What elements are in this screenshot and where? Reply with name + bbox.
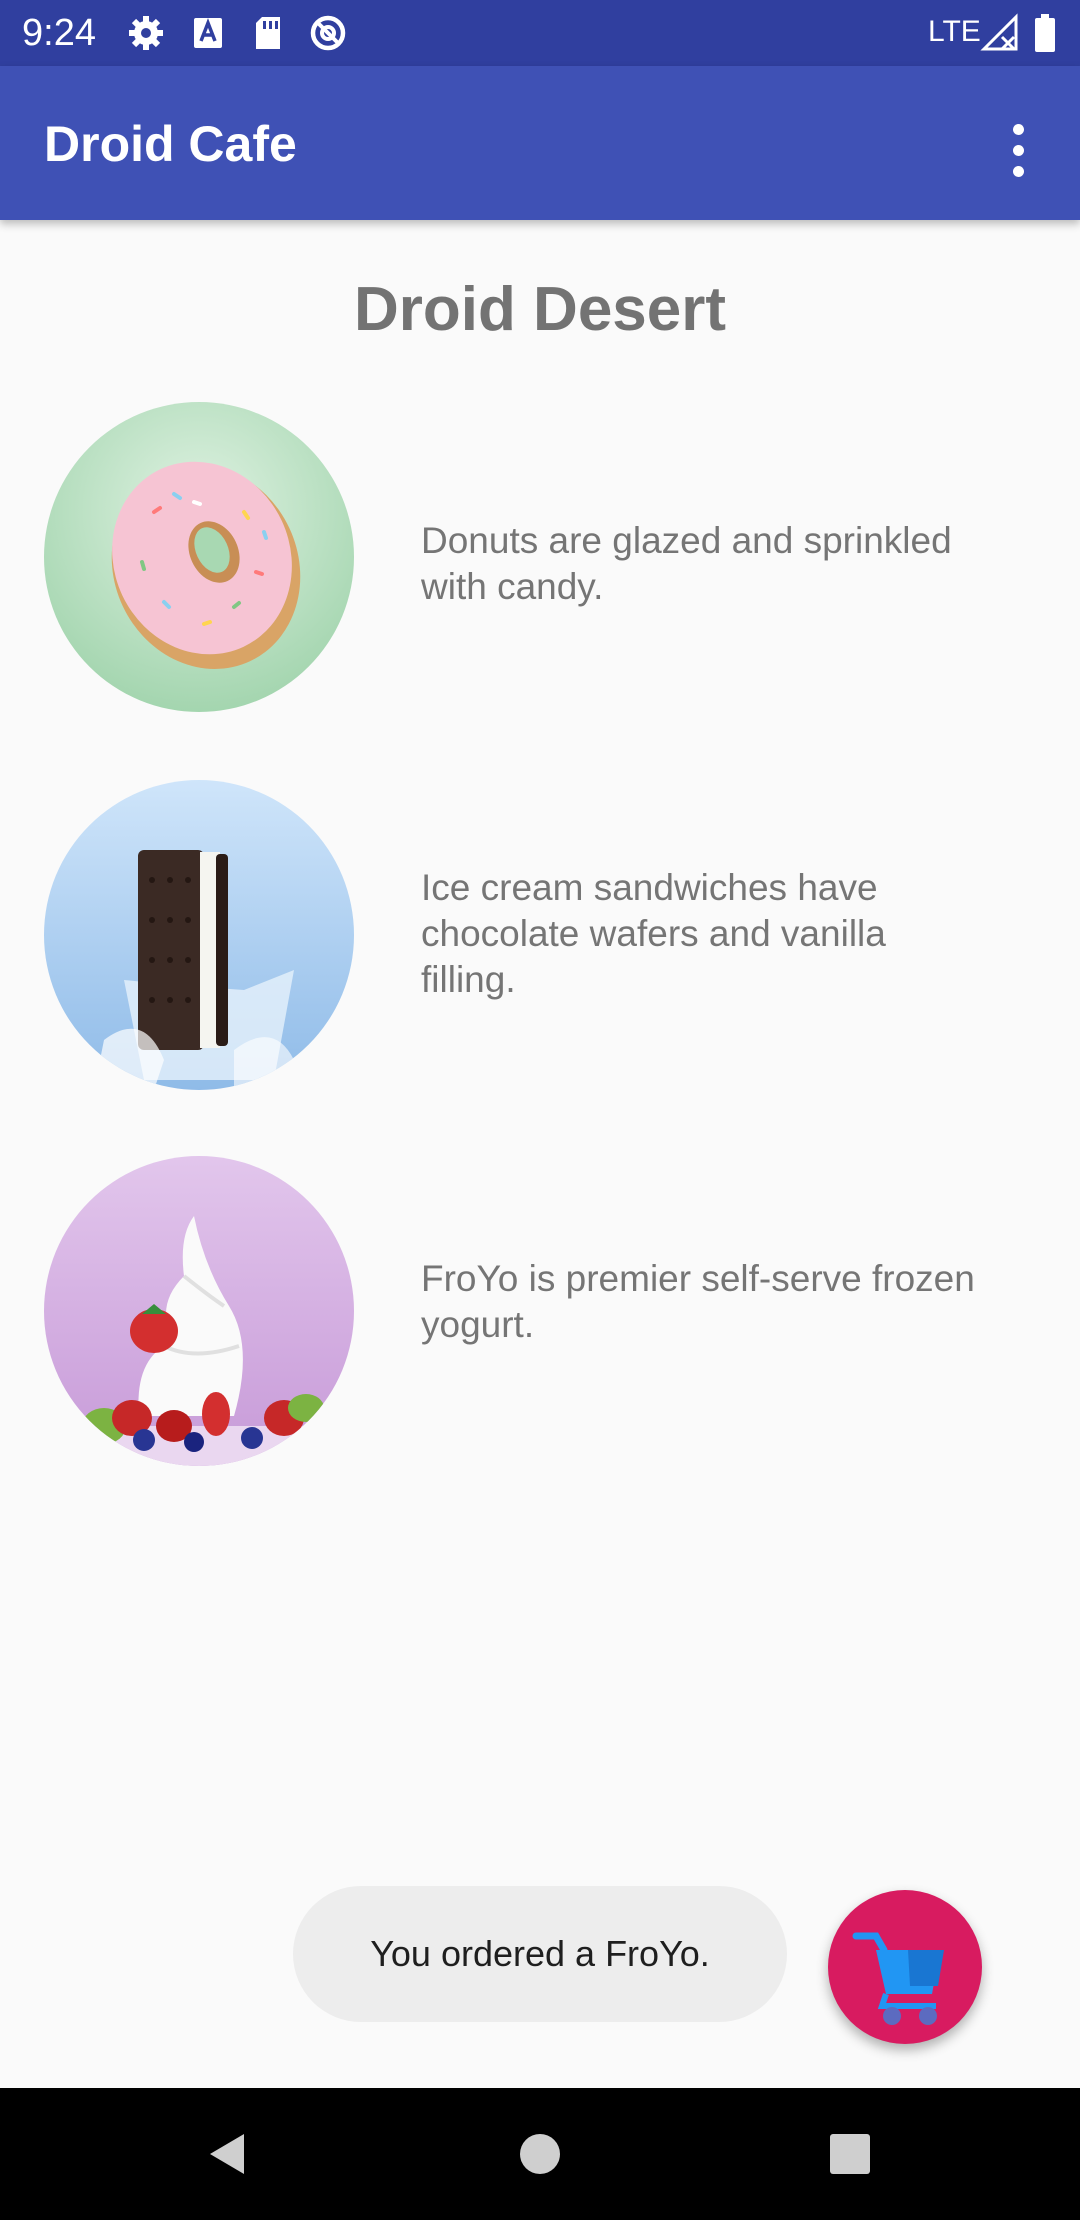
font-a-icon xyxy=(188,13,228,53)
sd-card-icon xyxy=(248,13,288,53)
donut-image[interactable] xyxy=(44,402,354,712)
recents-icon[interactable] xyxy=(814,2118,886,2190)
shopping-cart-button[interactable] xyxy=(828,1890,982,2044)
app-title: Droid Cafe xyxy=(44,116,297,172)
ice-cream-sandwich-description: Ice cream sandwiches have chocolate wafe… xyxy=(421,867,886,1000)
froyo-image[interactable] xyxy=(44,1156,354,1466)
more-vert-icon[interactable] xyxy=(990,116,1046,196)
froyo-description: FroYo is premier self-serve frozen yogur… xyxy=(421,1258,975,1345)
shopping-cart-icon xyxy=(852,1932,944,2025)
signal-icon xyxy=(980,13,1020,53)
app-bar: Droid Cafe xyxy=(0,66,1080,220)
network-type: LTE xyxy=(928,15,981,48)
toast-message: You ordered a FroYo. xyxy=(293,1886,787,2022)
battery-icon xyxy=(1034,13,1056,53)
status-time: 9:24 xyxy=(22,12,96,54)
no-disturb-icon xyxy=(308,13,348,53)
donut-description: Donuts are glazed and sprinkled with can… xyxy=(421,520,952,607)
back-icon[interactable] xyxy=(192,2118,264,2190)
navigation-bar xyxy=(0,2088,1080,2220)
status-bar: 9:24 LTE xyxy=(0,0,1080,66)
ice-cream-sandwich-image[interactable] xyxy=(44,780,354,1090)
page-title: Droid Desert xyxy=(353,275,727,344)
home-icon[interactable] xyxy=(504,2118,576,2190)
settings-icon xyxy=(126,13,166,53)
